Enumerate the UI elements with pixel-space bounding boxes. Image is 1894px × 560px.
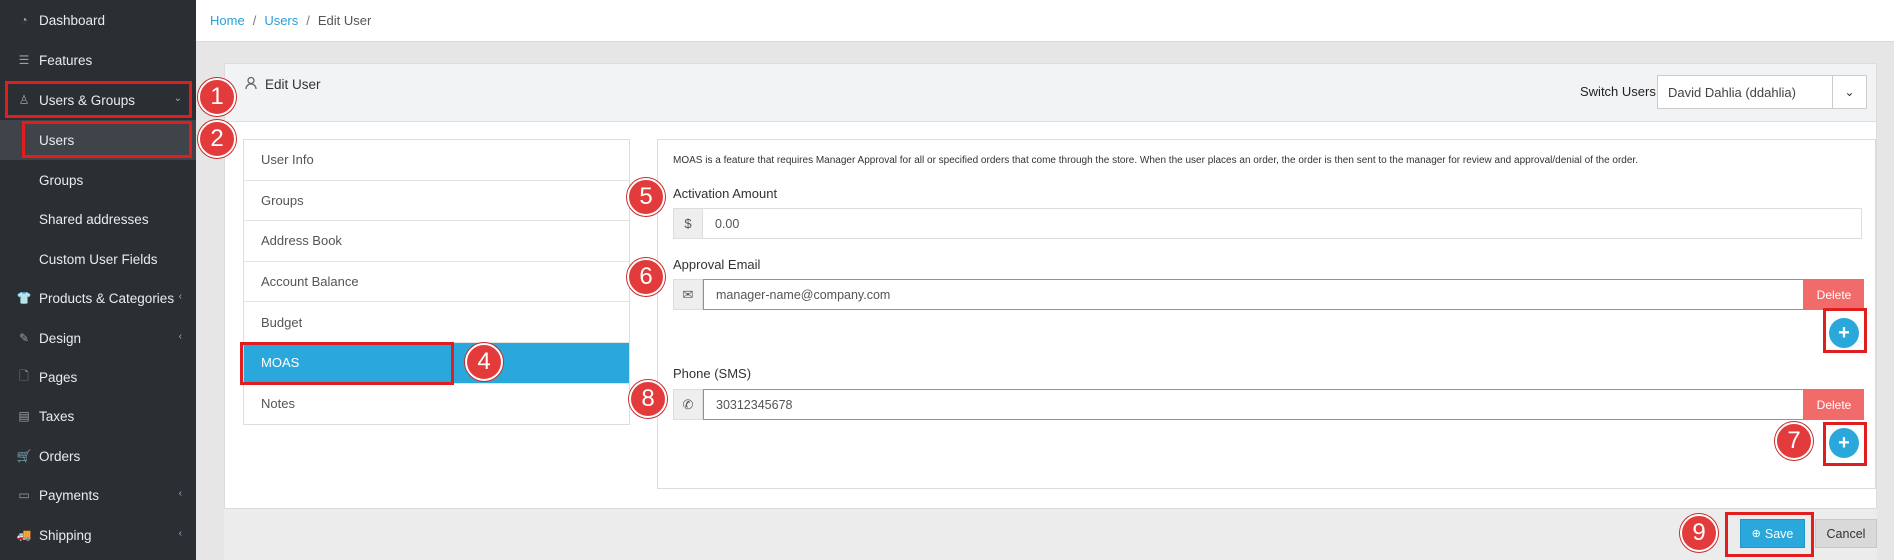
sidebar-item-pages[interactable]: 🗋 Pages xyxy=(0,357,196,397)
sidebar-item-label: Products & Categories xyxy=(39,290,175,306)
moas-description: MOAS is a feature that requires Manager … xyxy=(673,155,1638,166)
card-footer xyxy=(224,508,1877,560)
approval-email-label: Approval Email xyxy=(673,257,761,272)
chevron-left-icon: ‹ xyxy=(178,488,182,499)
step-marker-8: 8 xyxy=(629,380,667,418)
breadcrumb-separator: / xyxy=(252,13,257,28)
save-circle-icon: ⊕ xyxy=(1751,528,1761,540)
sidebar-item-label: Shipping xyxy=(39,527,92,543)
list-icon: ☰ xyxy=(18,53,30,67)
tab-budget[interactable]: Budget xyxy=(244,302,629,343)
chevron-down-icon[interactable]: ⌄ xyxy=(1832,76,1866,108)
sidebar-item-label: Orders xyxy=(39,448,81,464)
step-marker-2: 2 xyxy=(198,120,236,158)
switch-users-label: Switch Users xyxy=(1580,84,1656,99)
sidebar-item-products-categories[interactable]: 👕 Products & Categories ‹ xyxy=(0,278,196,318)
add-email-button[interactable]: + xyxy=(1829,318,1859,348)
cart-icon: 🛒 xyxy=(16,449,32,463)
sidebar-item-users-groups[interactable]: ♙ Users & Groups ⌄ xyxy=(0,80,196,120)
sidebar-item-features[interactable]: ☰ Features xyxy=(0,40,196,80)
phone-sms-group: ✆ Delete xyxy=(673,389,1864,420)
step-marker-7: 7 xyxy=(1775,422,1813,460)
phone-delete-button[interactable]: Delete xyxy=(1804,389,1864,420)
moas-panel: MOAS is a feature that requires Manager … xyxy=(657,139,1876,489)
tab-address-book[interactable]: Address Book xyxy=(244,221,629,262)
tab-account-balance[interactable]: Account Balance xyxy=(244,262,629,303)
sidebar-item-orders[interactable]: 🛒 Orders xyxy=(0,436,196,476)
card-header: Edit User Switch Users David Dahlia (dda… xyxy=(225,64,1876,122)
credit-card-icon: ▭ xyxy=(18,488,30,502)
money-icon: ▤ xyxy=(18,409,30,423)
save-button[interactable]: ⊕ Save xyxy=(1740,519,1805,548)
sidebar-item-label: Pages xyxy=(39,369,78,385)
sidebar-item-label: Design xyxy=(39,330,82,346)
sidebar-item-taxes[interactable]: ▤ Taxes xyxy=(0,396,196,436)
breadcrumb-home-link[interactable]: Home xyxy=(210,13,245,28)
chevron-down-icon: ⌄ xyxy=(173,93,182,104)
sidebar-item-design[interactable]: ✎ Design ‹ xyxy=(0,318,196,358)
breadcrumb-current: Edit User xyxy=(317,13,372,28)
pencil-icon: ✎ xyxy=(18,331,30,345)
activation-amount-label: Activation Amount xyxy=(673,186,778,201)
tab-groups[interactable]: Groups xyxy=(244,181,629,222)
sidebar: ◔ Dashboard ☰ Features ♙ Users & Groups … xyxy=(0,0,196,560)
chevron-left-icon: ‹ xyxy=(178,331,182,342)
step-marker-1: 1 xyxy=(198,78,236,116)
cancel-button[interactable]: Cancel xyxy=(1815,519,1877,548)
step-marker-6: 6 xyxy=(627,258,665,296)
tab-notes[interactable]: Notes xyxy=(244,384,629,425)
step-marker-9: 9 xyxy=(1680,514,1718,552)
sidebar-subitem-custom-user-fields[interactable]: Custom User Fields xyxy=(0,239,196,279)
dashboard-icon: ◔ xyxy=(20,13,28,27)
sidebar-item-label: Users & Groups xyxy=(39,92,136,108)
sidebar-subitem-shared-addresses[interactable]: Shared addresses xyxy=(0,199,196,239)
sidebar-item-dashboard[interactable]: ◔ Dashboard xyxy=(0,0,196,40)
sidebar-item-label: Taxes xyxy=(39,408,75,424)
shirt-icon: 👕 xyxy=(16,291,32,305)
step-marker-5: 5 xyxy=(627,178,665,216)
user-tabs: User Info Groups Address Book Account Ba… xyxy=(243,139,630,425)
truck-icon: 🚚 xyxy=(16,528,32,542)
sidebar-subitem-users[interactable]: Users xyxy=(0,120,196,160)
switch-users-value: David Dahlia (ddahlia) xyxy=(1668,84,1796,100)
email-delete-button[interactable]: Delete xyxy=(1804,279,1864,310)
approval-email-group: ✉ Delete xyxy=(673,279,1864,310)
chevron-left-icon: ‹ xyxy=(178,528,182,539)
phone-icon: ✆ xyxy=(673,389,703,420)
breadcrumb-separator: / xyxy=(306,13,310,28)
switch-users-select[interactable]: David Dahlia (ddahlia) ⌄ xyxy=(1657,75,1867,109)
user-icon: ♙ xyxy=(18,93,30,107)
tab-moas[interactable]: MOAS xyxy=(244,342,629,384)
breadcrumb-users-link[interactable]: Users xyxy=(264,13,298,28)
activation-amount-input[interactable] xyxy=(703,208,1862,239)
sidebar-item-label: Dashboard xyxy=(39,12,106,28)
save-button-label: Save xyxy=(1764,526,1794,541)
page-icon: 🗋 xyxy=(19,368,29,383)
dollar-icon: $ xyxy=(673,208,703,239)
phone-sms-input[interactable] xyxy=(703,389,1804,420)
sidebar-subitem-groups[interactable]: Groups xyxy=(0,160,196,200)
breadcrumb: Home / Users / Edit User xyxy=(196,0,1894,42)
step-marker-4: 4 xyxy=(465,343,503,381)
sidebar-item-shipping[interactable]: 🚚 Shipping ‹ xyxy=(0,515,196,555)
approval-email-input[interactable] xyxy=(703,279,1804,310)
phone-sms-label: Phone (SMS) xyxy=(673,366,752,381)
add-phone-button[interactable]: + xyxy=(1829,428,1859,458)
page-title: Edit User xyxy=(245,76,321,93)
sidebar-item-label: Features xyxy=(39,52,93,68)
activation-amount-group: $ xyxy=(673,208,1862,239)
sidebar-item-payments[interactable]: ▭ Payments ‹ xyxy=(0,475,196,515)
user-edit-icon xyxy=(245,76,259,93)
chevron-left-icon: ‹ xyxy=(178,291,182,302)
sidebar-item-label: Payments xyxy=(39,487,100,503)
page-title-text: Edit User xyxy=(265,77,321,92)
tab-user-info[interactable]: User Info xyxy=(244,140,629,181)
envelope-icon: ✉ xyxy=(673,279,703,310)
